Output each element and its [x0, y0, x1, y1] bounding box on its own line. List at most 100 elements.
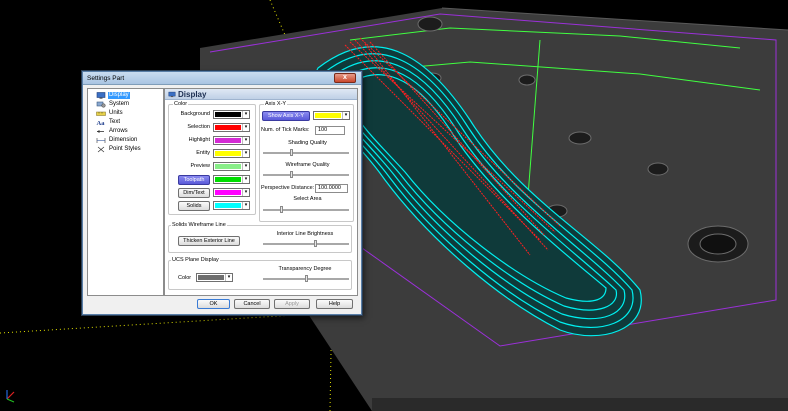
highlight-color-label: Highlight — [188, 137, 210, 143]
selection-color-label: Selection — [187, 124, 210, 130]
axis-color-picker[interactable]: ▾ — [313, 111, 350, 120]
units-icon — [96, 111, 106, 116]
tree-item-units[interactable]: Units — [96, 109, 124, 117]
show-axis-button[interactable]: Show Axis X-Y — [262, 111, 310, 121]
dropdown-arrow-icon: ▾ — [242, 111, 249, 118]
preview-color-picker[interactable]: ▾ — [213, 162, 250, 171]
category-tree: Display System Units Aa Text Arrows Dime… — [87, 88, 164, 296]
dropdown-arrow-icon: ▾ — [242, 189, 249, 196]
settings-dialog: Settings Part x Display System Units Aa … — [82, 71, 362, 315]
dropdown-arrow-icon: ▾ — [242, 176, 249, 183]
ucs-color-swatch — [198, 275, 224, 280]
solids-wireframe-group-label: Solids Wireframe Line — [171, 222, 227, 228]
axis-group-label: Axis X-Y — [264, 101, 288, 107]
shading-quality-slider[interactable] — [263, 149, 349, 156]
transparency-degree-slider[interactable] — [263, 275, 349, 282]
tree-item-label: Units — [109, 109, 123, 116]
solids-color-picker[interactable]: ▾ — [213, 201, 250, 210]
color-group-label: Color — [173, 101, 189, 107]
dropdown-arrow-icon: ▾ — [242, 137, 249, 144]
tree-item-label: Display — [108, 91, 130, 99]
dropdown-arrow-icon: ▾ — [242, 163, 249, 170]
apply-button[interactable]: Apply — [274, 299, 310, 309]
shading-quality-label: Shading Quality — [288, 140, 327, 146]
arrows-icon — [97, 129, 104, 133]
entity-color-picker[interactable]: ▾ — [213, 149, 250, 158]
point-styles-icon — [97, 146, 105, 152]
tree-item-label: Point Styles — [109, 145, 141, 152]
perspective-distance-input[interactable]: 100.0000 — [315, 184, 348, 193]
tree-item-dimension[interactable]: Dimension — [96, 136, 138, 144]
axis-color-swatch — [315, 113, 341, 118]
entity-color-label: Entity — [196, 150, 210, 156]
background-color-label: Background — [180, 111, 210, 117]
background-color-swatch — [215, 112, 241, 117]
tree-item-system[interactable]: System — [96, 100, 130, 108]
interior-line-brightness-slider[interactable] — [263, 240, 349, 247]
highlight-color-swatch — [215, 138, 241, 143]
ucs-plane-group-label: UCS Plane Display — [171, 257, 220, 263]
slider-thumb[interactable] — [280, 206, 283, 213]
dropdown-arrow-icon: ▾ — [225, 274, 232, 281]
solids-color-button[interactable]: Solids — [178, 201, 210, 211]
tree-item-text[interactable]: Aa Text — [96, 118, 121, 126]
toolpath-color-swatch — [215, 177, 241, 182]
display-icon — [168, 91, 176, 98]
close-icon: x — [343, 74, 347, 81]
preview-color-label: Preview — [190, 163, 210, 169]
tree-item-point-styles[interactable]: Point Styles — [96, 145, 142, 153]
selection-color-swatch — [215, 125, 241, 130]
ucs-color-picker[interactable]: ▾ — [196, 273, 233, 282]
solids-color-swatch — [215, 203, 241, 208]
dim-text-color-picker[interactable]: ▾ — [213, 188, 250, 197]
transparency-degree-label: Transparency Degree — [278, 266, 332, 272]
cancel-button[interactable]: Cancel — [234, 299, 270, 309]
dimension-icon — [96, 137, 106, 143]
preview-color-swatch — [215, 164, 241, 169]
tree-item-label: Dimension — [109, 136, 138, 143]
slider-thumb[interactable] — [305, 275, 308, 282]
dim-text-color-swatch — [215, 190, 241, 195]
dim-text-color-button[interactable]: Dim/Text — [178, 188, 210, 198]
tree-item-label: Text — [109, 118, 121, 125]
entity-color-swatch — [215, 151, 241, 156]
svg-text:Aa: Aa — [97, 120, 106, 126]
slider-thumb[interactable] — [314, 240, 317, 247]
ok-button[interactable]: OK — [197, 299, 230, 309]
dropdown-arrow-icon: ▾ — [242, 124, 249, 131]
close-button[interactable]: x — [334, 73, 356, 83]
dropdown-arrow-icon: ▾ — [242, 150, 249, 157]
display-settings-panel: Display Color Background ▾ Selection ▾ H… — [164, 88, 358, 296]
toolpath-color-button[interactable]: Toolpath — [178, 175, 210, 185]
thicken-exterior-line-button[interactable]: Thicken Exterior Line — [178, 236, 240, 246]
help-button[interactable]: Help — [316, 299, 353, 309]
tree-item-label: System — [109, 100, 130, 107]
ucs-color-label: Color — [178, 275, 192, 281]
color-group — [168, 104, 256, 215]
interior-line-brightness-label: Interior Line Brightness — [276, 231, 334, 237]
select-area-label: Select Area — [293, 196, 322, 202]
dialog-titlebar[interactable]: Settings Part x — [83, 72, 361, 85]
system-icon — [96, 101, 106, 108]
selection-color-picker[interactable]: ▾ — [213, 123, 250, 132]
wireframe-quality-slider[interactable] — [263, 171, 349, 178]
tree-item-arrows[interactable]: Arrows — [96, 127, 129, 135]
slider-thumb[interactable] — [290, 171, 293, 178]
background-color-picker[interactable]: ▾ — [213, 110, 250, 119]
display-icon — [96, 91, 106, 99]
toolpath-color-picker[interactable]: ▾ — [213, 175, 250, 184]
text-icon: Aa — [97, 120, 106, 126]
dialog-title: Settings Part — [87, 75, 125, 82]
panel-title: Display — [178, 90, 207, 99]
perspective-distance-label: Perspective Distance: — [261, 185, 315, 191]
slider-thumb[interactable] — [290, 149, 293, 156]
panel-header: Display — [165, 89, 357, 100]
dropdown-arrow-icon: ▾ — [242, 202, 249, 209]
highlight-color-picker[interactable]: ▾ — [213, 136, 250, 145]
tick-marks-label: Num. of Tick Marks: — [261, 127, 310, 133]
wireframe-quality-label: Wireframe Quality — [285, 162, 330, 168]
tree-item-label: Arrows — [109, 127, 128, 134]
tree-item-display[interactable]: Display — [96, 91, 130, 99]
tick-marks-input[interactable]: 100 — [315, 126, 345, 135]
select-area-slider[interactable] — [263, 206, 349, 213]
